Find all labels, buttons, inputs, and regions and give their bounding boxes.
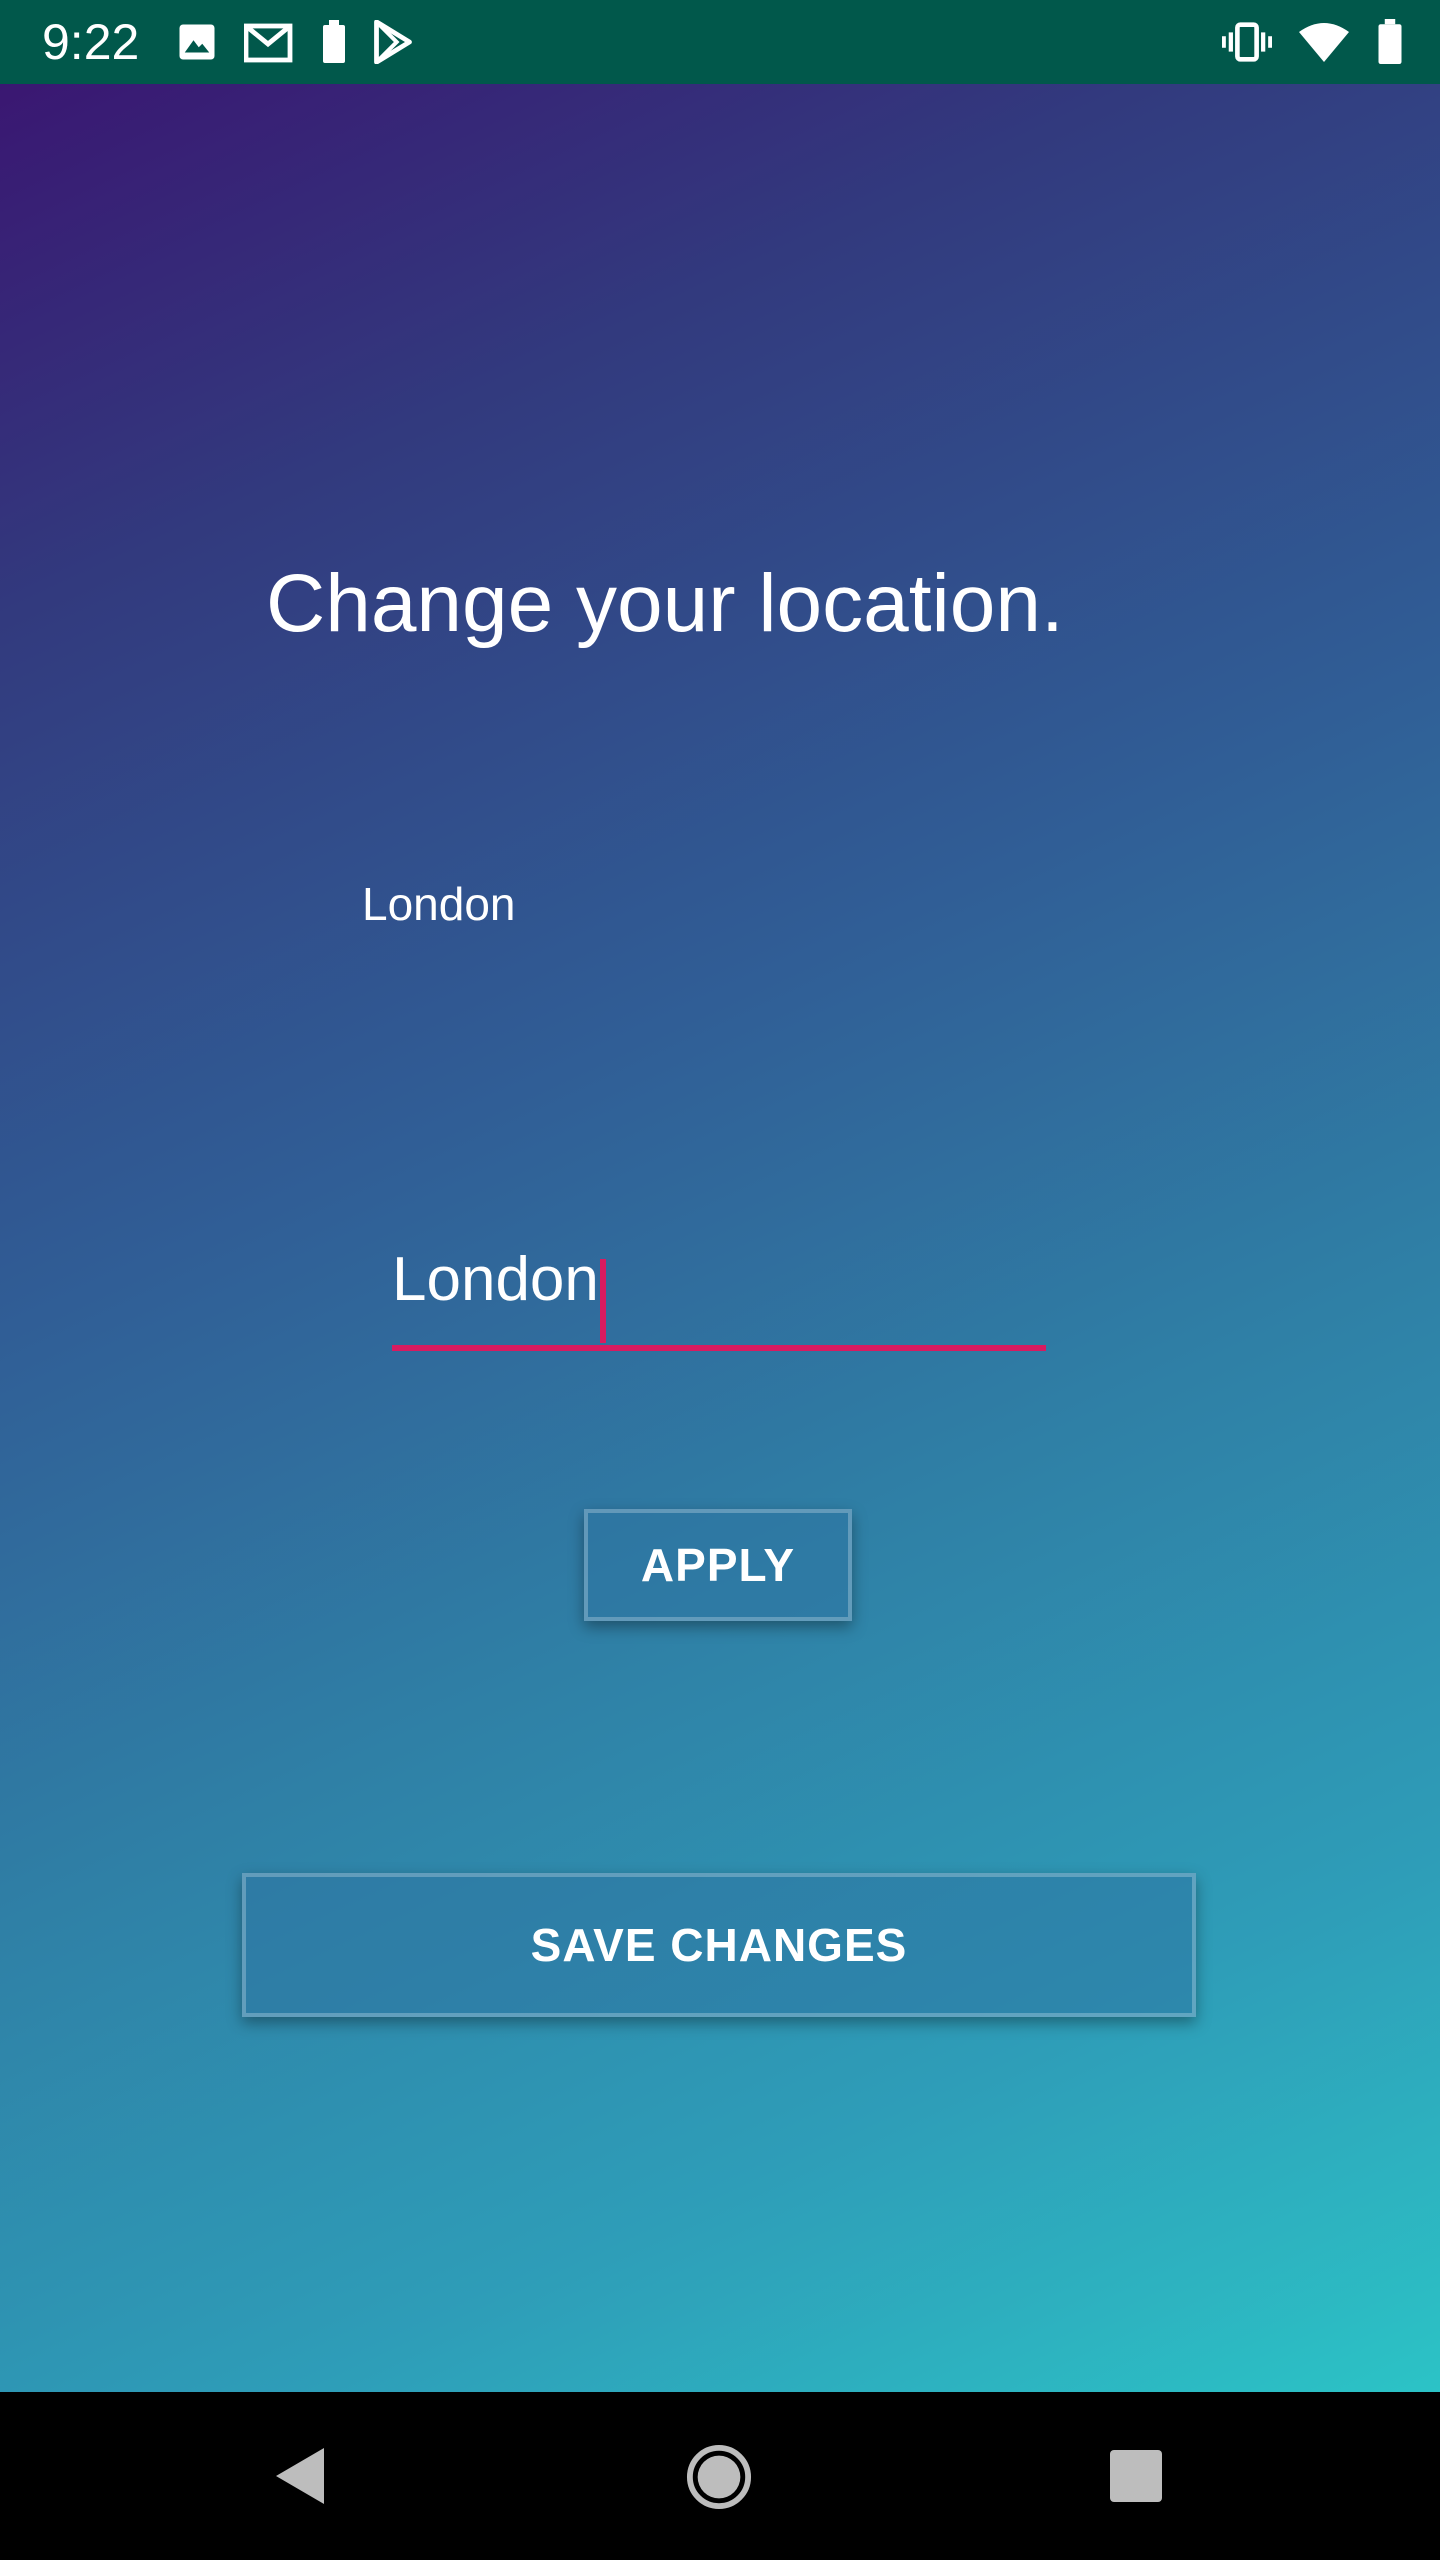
back-icon[interactable] (272, 2444, 328, 2508)
vibrate-icon (1222, 22, 1272, 62)
gmail-icon (244, 20, 296, 64)
text-cursor (600, 1259, 606, 1343)
play-store-icon (372, 20, 414, 64)
status-bar: 9:22 (0, 0, 1440, 84)
status-icons-right (1222, 18, 1404, 66)
save-changes-button[interactable]: SAVE CHANGES (242, 1873, 1196, 2017)
status-time: 9:22 (42, 14, 140, 70)
location-input-underline (392, 1345, 1046, 1351)
battery-icon (322, 20, 346, 64)
app-screen: 9:22 Change your location. London London… (0, 0, 1440, 2560)
home-icon[interactable] (686, 2444, 752, 2510)
current-location-text: London (362, 878, 516, 930)
main-content: Change your location. London APPLY SAVE … (0, 84, 1440, 2392)
recents-icon[interactable] (1108, 2448, 1164, 2504)
status-icons-left (176, 18, 414, 66)
battery-icon (1376, 19, 1404, 65)
navigation-bar (0, 2392, 1440, 2560)
apply-button[interactable]: APPLY (584, 1509, 852, 1621)
page-title: Change your location. (266, 558, 1064, 649)
image-icon (176, 21, 218, 63)
location-input-wrapper (392, 1219, 1046, 1359)
location-input[interactable] (392, 1219, 1046, 1339)
wifi-icon (1298, 20, 1350, 64)
